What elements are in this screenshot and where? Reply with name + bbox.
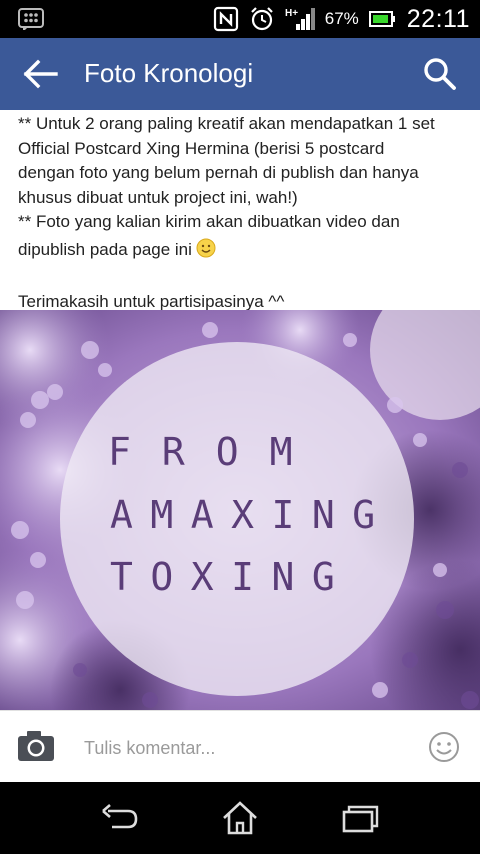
arrow-left-icon	[23, 59, 58, 89]
post-photo[interactable]: FROM AMAXING TOXING	[0, 310, 480, 710]
caption-line: khusus dibuat untuk project ini, wah!)	[18, 187, 298, 207]
image-text-line: TOXING	[110, 555, 353, 599]
recent-apps-icon	[342, 805, 379, 833]
nav-home-button[interactable]	[216, 798, 264, 838]
back-icon	[102, 804, 138, 829]
page-title: Foto Kronologi	[84, 58, 254, 88]
post-caption: ** Untuk 2 orang paling kreatif akan men…	[18, 112, 468, 314]
app-bar: Foto Kronologi	[0, 38, 480, 110]
bbm-icon	[18, 8, 44, 32]
battery-icon	[368, 10, 395, 28]
smile-emoji-icon	[196, 238, 216, 257]
caption-line: Official Postcard Xing Hermina (berisi 5…	[18, 138, 385, 158]
comment-bar	[0, 710, 480, 782]
battery-percent: 67%	[324, 9, 359, 28]
caption-line: dipublish pada page ini	[18, 238, 468, 263]
home-icon	[223, 801, 257, 835]
image-text-line: AMAXING	[110, 493, 393, 537]
smiley-button[interactable]	[428, 731, 460, 763]
caption-line: ** Untuk 2 orang paling kreatif akan men…	[18, 114, 435, 133]
search-button[interactable]	[420, 54, 460, 94]
alarm-clock-icon	[249, 6, 275, 32]
nav-back-button[interactable]	[96, 798, 144, 838]
status-bar: H+ 67% 22:11	[0, 0, 480, 38]
camera-icon	[18, 731, 54, 761]
camera-button[interactable]	[16, 729, 56, 763]
image-text-line: FROM	[108, 430, 324, 474]
comment-input[interactable]	[84, 731, 404, 765]
nfc-icon	[213, 6, 239, 32]
photo-post: ** Untuk 2 orang paling kreatif akan men…	[0, 110, 480, 710]
caption-line: ** Foto yang kalian kirim akan dibuatkan…	[18, 212, 400, 231]
caption-line: dengan foto yang belum pernah di publish…	[18, 163, 419, 182]
nav-recent-apps-button[interactable]	[336, 798, 384, 838]
hplus-signal-icon: H+	[285, 6, 315, 32]
smiley-icon	[429, 732, 459, 762]
back-button[interactable]	[22, 56, 62, 92]
clock-time: 22:11	[406, 4, 470, 33]
system-nav-bar	[0, 782, 480, 854]
svg-text:H+: H+	[285, 8, 298, 19]
search-icon	[424, 58, 456, 90]
